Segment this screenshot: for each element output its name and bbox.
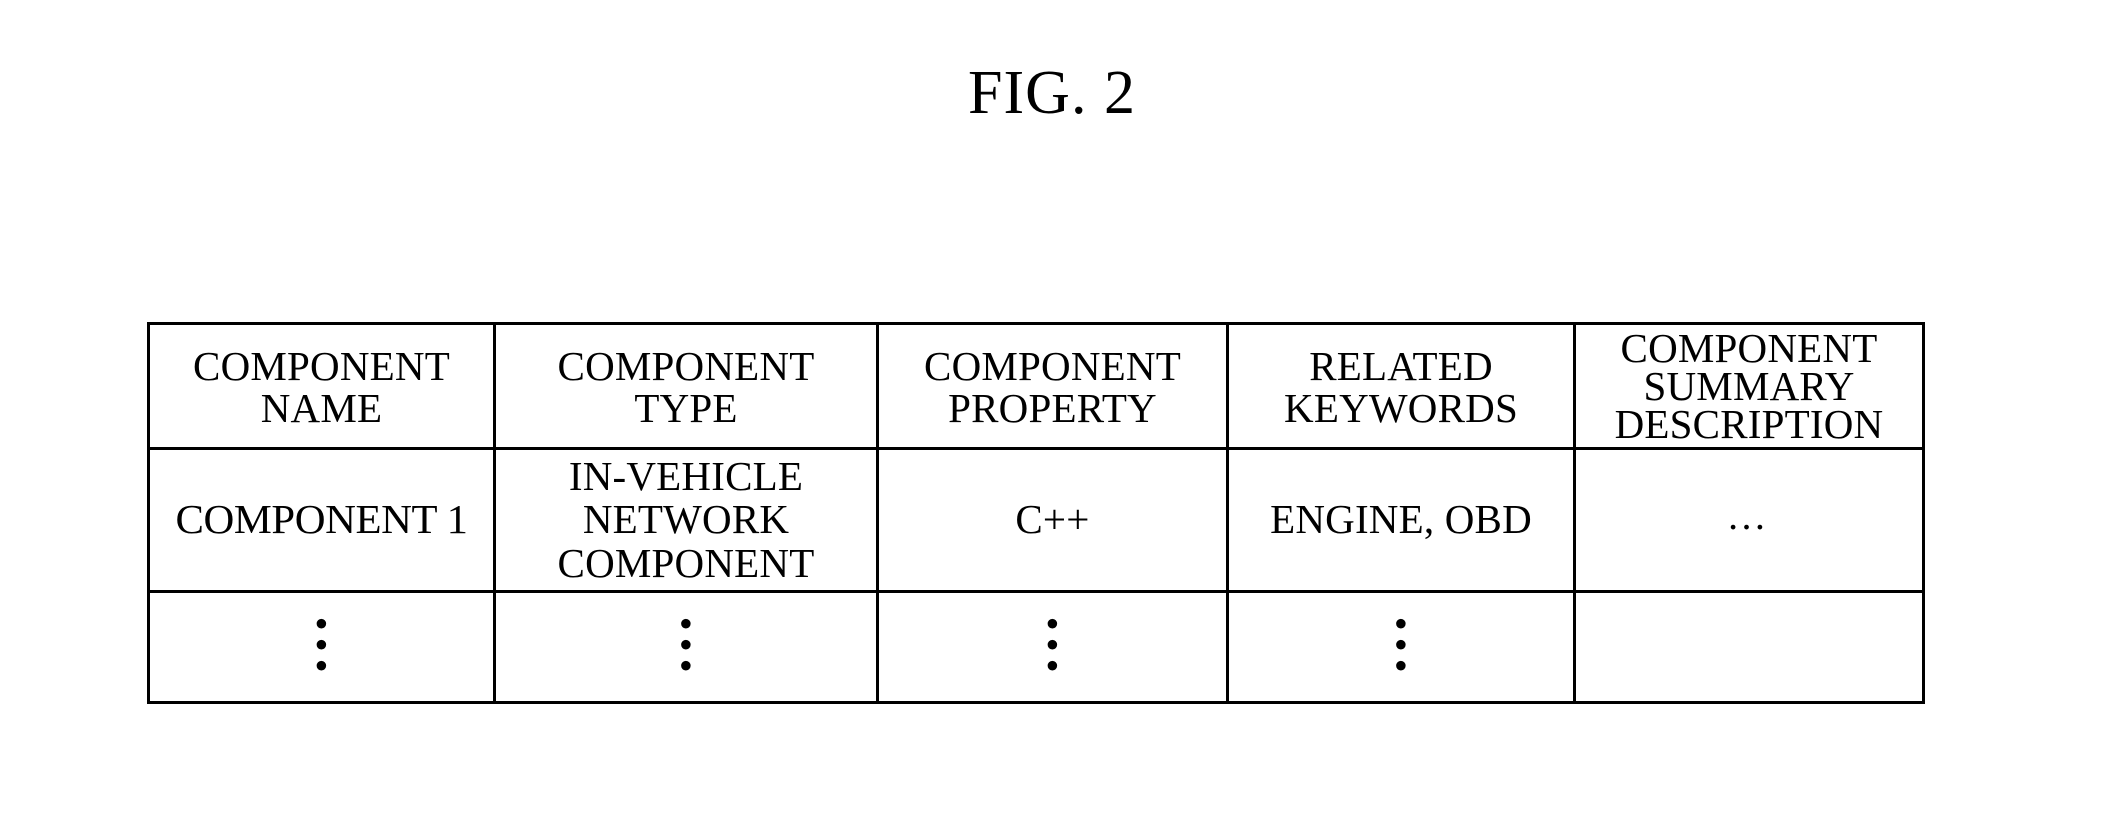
horizontal-ellipsis-icon: … bbox=[1726, 492, 1772, 538]
header-cell-component-property: COMPONENT PROPERTY bbox=[876, 322, 1229, 450]
cell-line: C++ bbox=[1015, 496, 1090, 543]
cell-line: IN-VEHICLE bbox=[568, 452, 804, 499]
header-line: PROPERTY bbox=[948, 385, 1157, 431]
vertical-ellipsis-icon: • • • bbox=[1229, 603, 1573, 688]
ellipsis-dot: • bbox=[314, 642, 329, 688]
table-row-ellipsis: • • • • • • • • • • • • bbox=[147, 590, 1925, 704]
header-line: KEYWORDS bbox=[1284, 385, 1518, 431]
component-table-container: COMPONENT NAME COMPONENT TYPE COMPONENT … bbox=[147, 322, 1925, 704]
header-cell-related-keywords: RELATED KEYWORDS bbox=[1226, 322, 1576, 450]
cell-ellipsis-component-property: • • • bbox=[876, 590, 1229, 704]
cell-ellipsis-component-name: • • • bbox=[147, 590, 496, 704]
vertical-ellipsis-icon: • • • bbox=[150, 603, 493, 688]
ellipsis-dot: • bbox=[678, 642, 694, 688]
cell-line: NETWORK bbox=[582, 496, 790, 543]
cell-component-type: IN-VEHICLE NETWORK COMPONENT bbox=[493, 447, 879, 593]
cell-component-summary-description: … bbox=[1573, 447, 1925, 593]
header-cell-component-name: COMPONENT NAME bbox=[147, 322, 496, 450]
vertical-ellipsis-icon: • • • bbox=[879, 603, 1226, 688]
table-row: COMPONENT 1 IN-VEHICLE NETWORK COMPONENT… bbox=[147, 447, 1925, 593]
cell-related-keywords: ENGINE, OBD bbox=[1226, 447, 1576, 593]
cell-line: COMPONENT bbox=[557, 539, 815, 586]
header-line: TYPE bbox=[634, 385, 738, 431]
cell-ellipsis-component-type: • • • bbox=[493, 590, 879, 704]
header-cell-component-type: COMPONENT TYPE bbox=[493, 322, 879, 450]
cell-ellipsis-component-summary-description bbox=[1573, 590, 1925, 704]
header-line: COMPONENT bbox=[557, 343, 815, 390]
header-line: NAME bbox=[260, 385, 383, 431]
header-line: DESCRIPTION bbox=[1614, 400, 1884, 447]
cell-component-property: C++ bbox=[876, 447, 1229, 593]
header-line: COMPONENT bbox=[193, 343, 450, 390]
header-line: COMPONENT bbox=[924, 343, 1181, 390]
vertical-ellipsis-icon: • • • bbox=[496, 603, 876, 688]
figure-title: FIG. 2 bbox=[968, 59, 1136, 127]
cell-line: COMPONENT 1 bbox=[175, 496, 468, 543]
table-header-row: COMPONENT NAME COMPONENT TYPE COMPONENT … bbox=[147, 322, 1925, 450]
cell-ellipsis-related-keywords: • • • bbox=[1226, 590, 1576, 704]
cell-component-name: COMPONENT 1 bbox=[147, 447, 496, 593]
ellipsis-dot: • bbox=[1045, 642, 1060, 688]
header-line: RELATED bbox=[1309, 343, 1493, 390]
component-table: COMPONENT NAME COMPONENT TYPE COMPONENT … bbox=[147, 322, 1925, 704]
cell-line: ENGINE, OBD bbox=[1270, 496, 1532, 543]
header-cell-component-summary-description: COMPONENT SUMMARY DESCRIPTION bbox=[1573, 322, 1925, 450]
ellipsis-dot: • bbox=[1393, 642, 1409, 688]
